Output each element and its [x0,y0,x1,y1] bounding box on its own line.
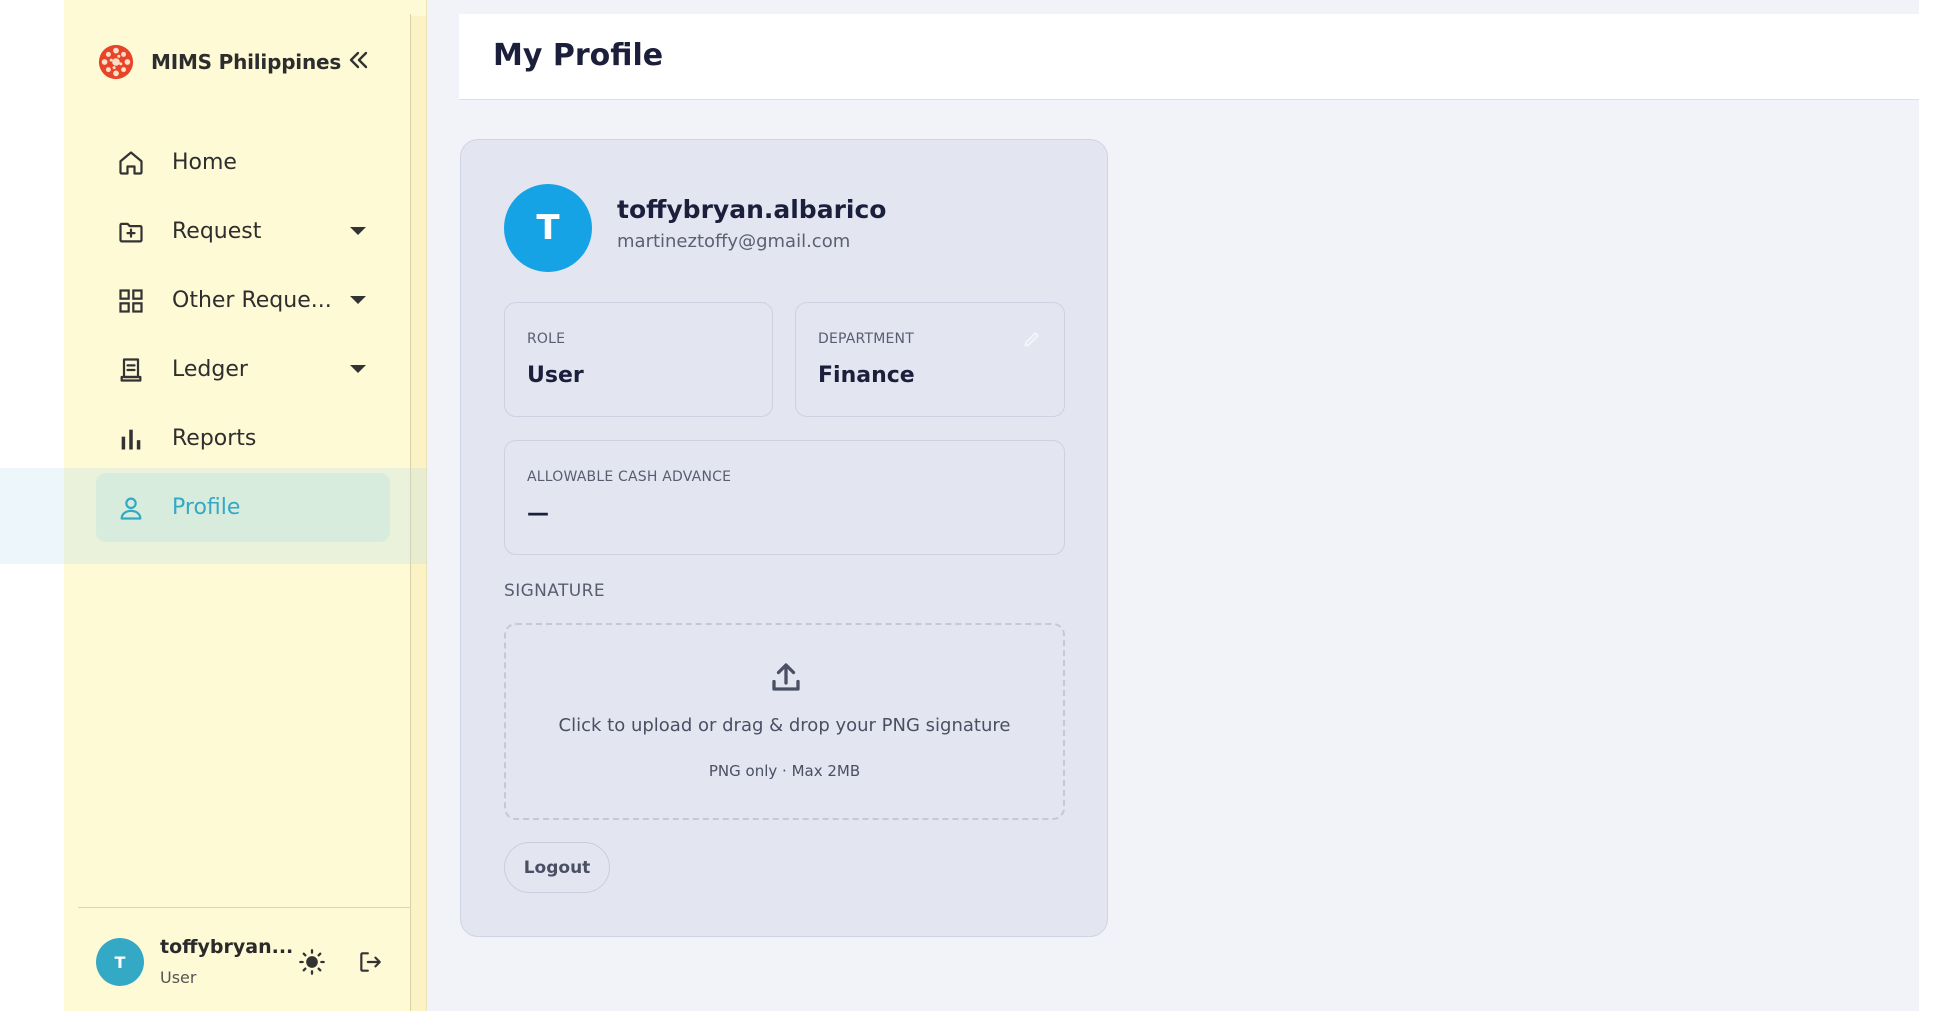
department-box: DEPARTMENT Finance [795,302,1065,417]
sidebar-item-ledger[interactable]: Ledger [96,335,390,404]
page-header: My Profile [459,14,1919,100]
profile-username: toffybryan.albarico [617,195,887,224]
brand-logo-icon [98,44,134,80]
brand[interactable]: MIMS Philippines [97,42,341,82]
caret-down-icon [350,296,366,304]
sidebar-item-home[interactable]: Home [96,128,390,197]
role-box: ROLE User [504,302,773,417]
collapse-sidebar-button[interactable] [344,44,374,76]
footer-user-name: toffybryan... [160,936,294,958]
sidebar-logout-button[interactable] [354,946,386,978]
sidebar-item-profile[interactable]: Profile [96,473,390,542]
department-label: DEPARTMENT [818,331,914,347]
signature-upload-dropzone[interactable]: Click to upload or drag & drop your PNG … [504,623,1065,820]
avatar: T [504,184,592,272]
brand-name: MIMS Philippines [151,50,342,74]
folder-plus-icon [116,217,146,247]
theme-toggle-button[interactable] [296,946,328,978]
sidebar-item-reports[interactable]: Reports [96,404,390,473]
upload-hint: PNG only · Max 2MB [708,762,861,780]
bar-chart-icon [116,424,146,454]
caret-down-icon [350,227,366,235]
department-value: Finance [818,363,915,388]
cash-advance-box: ALLOWABLE CASH ADVANCE — [504,440,1065,555]
upload-icon [772,663,800,691]
avatar[interactable]: T [96,938,144,986]
sidebar-item-request[interactable]: Request [96,197,390,266]
logout-button[interactable]: Logout [504,842,610,893]
right-margin [1919,0,1958,1011]
role-value: User [527,363,584,388]
page-title: My Profile [493,38,664,73]
sidebar-item-label: Reports [172,426,257,451]
user-icon [116,493,146,523]
role-label: ROLE [527,331,566,347]
home-icon [116,148,146,178]
cash-advance-value: — [527,501,549,526]
pencil-icon[interactable] [1022,329,1042,349]
sidebar-item-label: Profile [172,495,241,520]
sidebar-item-label: Ledger [172,357,248,382]
upload-instructions: Click to upload or drag & drop your PNG … [558,715,1011,736]
caret-down-icon [350,365,366,373]
sidebar-nav: Home Request Other Reque... Ledger Repor… [96,128,390,542]
signature-label: SIGNATURE [504,581,605,601]
profile-card: T toffybryan.albarico martineztoffy@gmai… [460,139,1108,937]
sidebar-item-label: Home [172,150,237,175]
receipt-icon [116,355,146,385]
footer-user-role: User [160,968,197,987]
sidebar-footer-divider [78,907,410,908]
sidebar-item-other-requests[interactable]: Other Reque... [96,266,390,335]
chevrons-left-icon [349,51,368,69]
sidebar-item-label: Request [172,219,262,244]
sun-icon [299,949,325,975]
sidebar-user-footer: T toffybryan... User [96,936,396,987]
profile-email: martineztoffy@gmail.com [617,231,851,252]
cash-advance-label: ALLOWABLE CASH ADVANCE [527,469,732,485]
grid-icon [116,286,146,316]
logout-icon [360,952,381,972]
sidebar-item-label: Other Reque... [172,288,332,313]
